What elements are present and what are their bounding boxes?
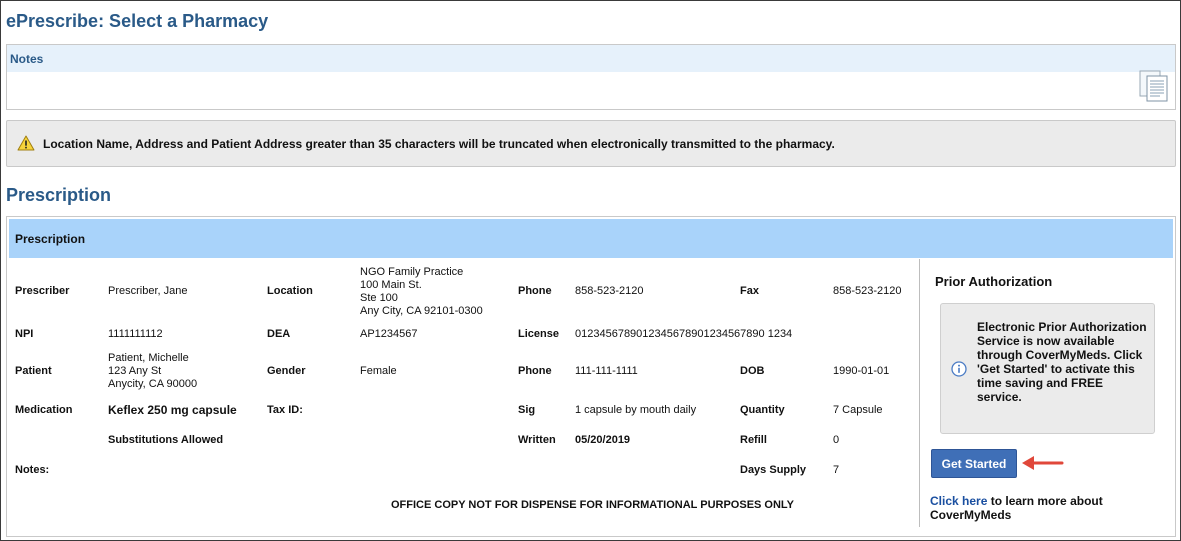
- info-icon: [951, 361, 967, 382]
- days-supply-label: Days Supply: [740, 464, 807, 476]
- prior-auth-title: Prior Authorization: [935, 274, 1053, 289]
- prior-auth-message: Electronic Prior Authorization Service i…: [977, 320, 1147, 404]
- patient-label: Patient: [15, 365, 52, 377]
- refill-value: 0: [833, 434, 840, 446]
- dea-value: AP1234567: [360, 328, 418, 340]
- section-title: Prescription: [6, 185, 112, 205]
- sig-label: Sig: [518, 404, 536, 416]
- notes-panel: Notes: [6, 44, 1176, 110]
- npi-label: NPI: [15, 328, 34, 340]
- location-line: 100 Main St.: [360, 279, 422, 291]
- truncation-warning: Location Name, Address and Patient Addre…: [6, 120, 1176, 167]
- written-value: 05/20/2019: [575, 434, 631, 446]
- panel-divider: [919, 259, 920, 527]
- prescription-header: Prescription: [9, 219, 1173, 258]
- gender-label: Gender: [267, 365, 306, 377]
- patient-line: Anycity, CA 90000: [108, 378, 198, 390]
- notes-label: Notes:: [15, 464, 50, 476]
- page-title: ePrescribe: Select a Pharmacy: [6, 11, 269, 31]
- learn-more-text: Click here to learn more about CoverMyMe…: [930, 494, 1130, 522]
- warning-icon: [17, 135, 35, 156]
- prescriber-value: Prescriber, Jane: [108, 285, 188, 297]
- location-line: Any City, CA 92101-0300: [360, 305, 483, 317]
- prior-auth-message-box: Electronic Prior Authorization Service i…: [940, 303, 1155, 434]
- location-label: Location: [267, 285, 313, 297]
- prescriber-phone-value: 858-523-2120: [575, 285, 644, 297]
- fax-label: Fax: [740, 285, 759, 297]
- location-line: Ste 100: [360, 292, 398, 304]
- prescriber-label: Prescriber: [15, 285, 70, 297]
- patient-value: Patient, Michelle 123 Any St Anycity, CA…: [108, 352, 197, 391]
- medication-label: Medication: [15, 404, 73, 416]
- notes-document-icon[interactable]: [1139, 70, 1169, 107]
- notes-header: Notes: [7, 45, 1175, 72]
- quantity-value: 7 Capsule: [833, 404, 883, 416]
- warning-text: Location Name, Address and Patient Addre…: [43, 137, 835, 151]
- written-label: Written: [518, 434, 556, 446]
- sig-value: 1 capsule by mouth daily: [575, 404, 697, 416]
- days-supply-value: 7: [833, 464, 840, 476]
- prescriber-phone-label: Phone: [518, 285, 552, 297]
- dob-value: 1990-01-01: [833, 365, 890, 377]
- license-value: 0123456789012345678901234567890 1234: [575, 328, 793, 340]
- tax-id-label: Tax ID:: [267, 404, 303, 416]
- prescription-panel: Prescription Prescriber Prescriber, Jane…: [6, 216, 1176, 537]
- patient-line: Patient, Michelle: [108, 352, 189, 364]
- get-started-button[interactable]: Get Started: [931, 449, 1017, 478]
- arrow-left-icon: [1020, 455, 1064, 476]
- location-value: NGO Family Practice 100 Main St. Ste 100…: [360, 266, 483, 318]
- location-line: NGO Family Practice: [360, 266, 464, 278]
- medication-value: Keflex 250 mg capsule: [108, 403, 237, 417]
- refill-label: Refill: [740, 434, 767, 446]
- patient-phone-label: Phone: [518, 365, 552, 377]
- dea-label: DEA: [267, 328, 291, 340]
- dob-label: DOB: [740, 365, 765, 377]
- fax-value: 858-523-2120: [833, 285, 902, 297]
- license-label: License: [518, 328, 559, 340]
- npi-value: 1111111112: [108, 328, 163, 340]
- patient-line: 123 Any St: [108, 365, 162, 377]
- substitutions-value: Substitutions Allowed: [108, 434, 224, 446]
- click-here-link[interactable]: Click here: [930, 494, 987, 508]
- quantity-label: Quantity: [740, 404, 785, 416]
- patient-phone-value: 111-111-1111: [575, 365, 638, 377]
- office-copy-note: OFFICE COPY NOT FOR DISPENSE FOR INFORMA…: [391, 499, 794, 511]
- gender-value: Female: [360, 365, 397, 377]
